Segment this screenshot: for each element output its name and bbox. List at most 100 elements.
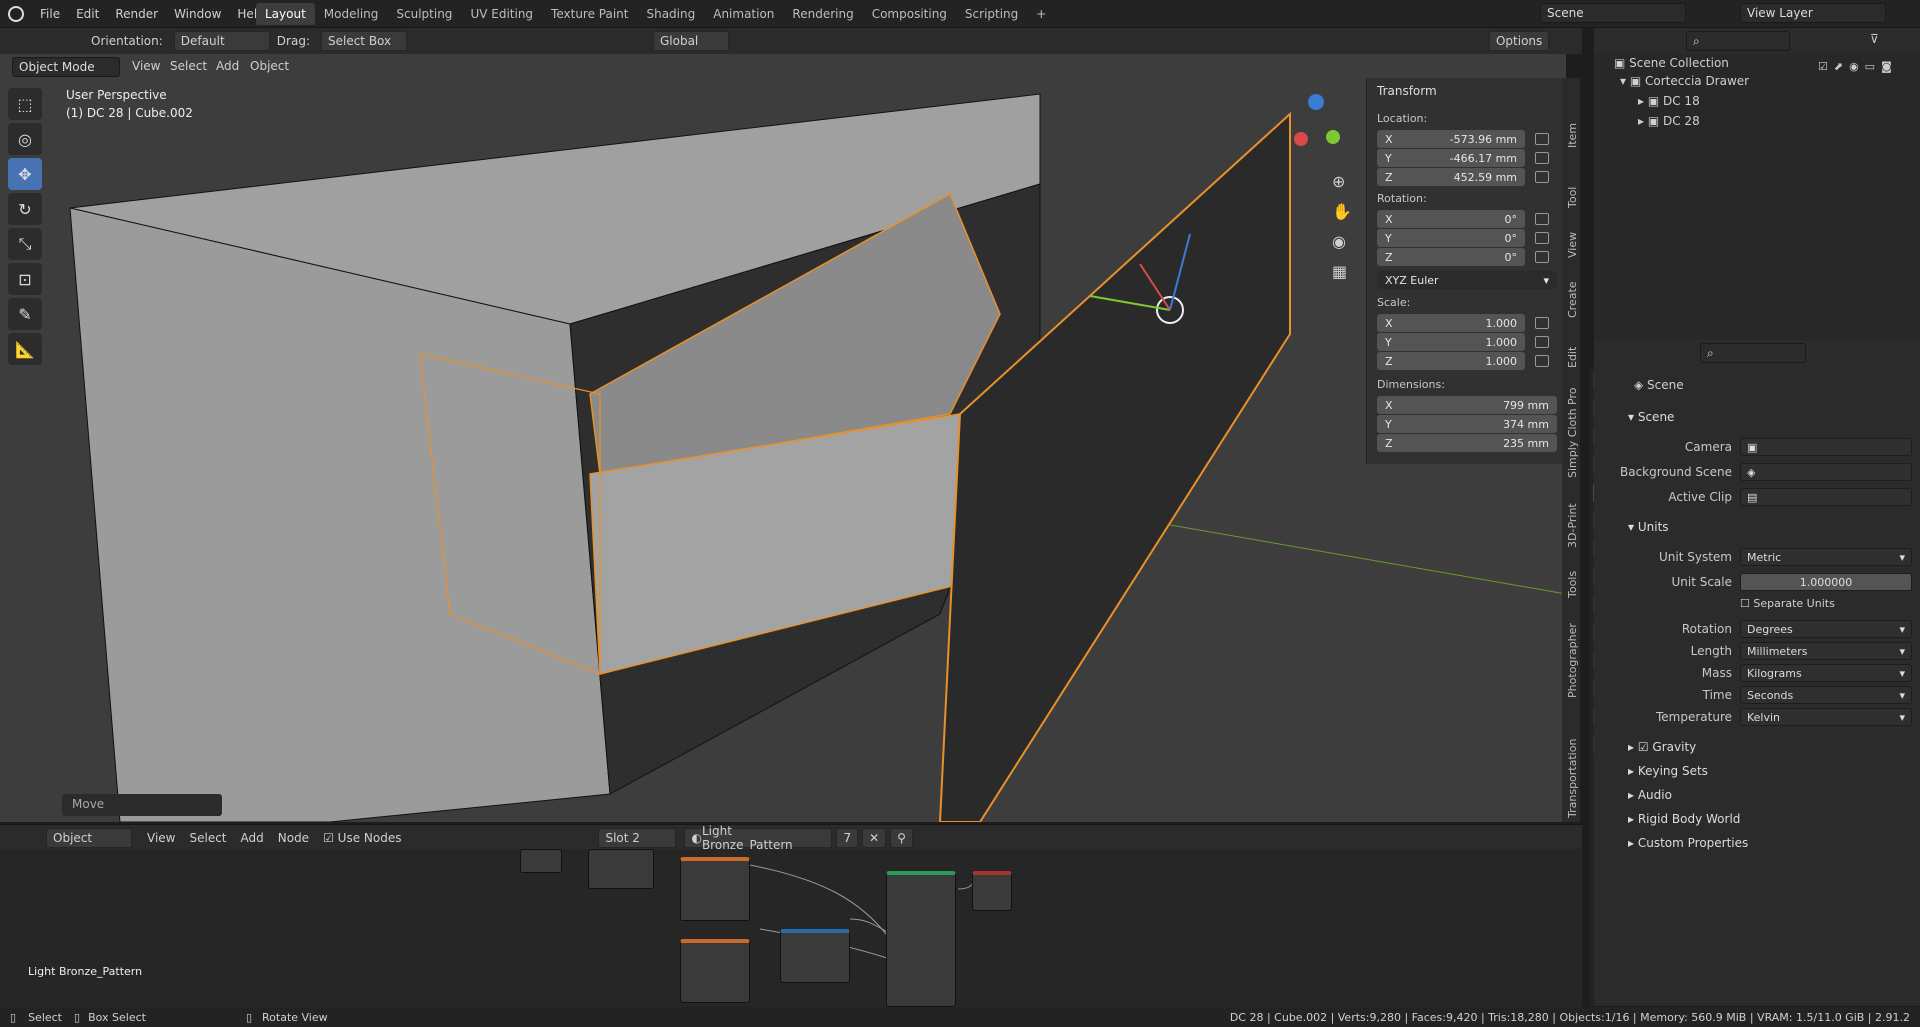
keying-sets-section[interactable]: ▸ Keying Sets <box>1628 764 1708 778</box>
rotate-tool-icon[interactable]: ↻ <box>8 193 42 225</box>
tab-tool[interactable]: Tool <box>1566 187 1579 208</box>
camera-icon[interactable]: ◉ <box>1332 232 1346 251</box>
scale-x-field[interactable]: X 1.000 <box>1377 314 1525 332</box>
node-menu-view[interactable]: View <box>140 831 182 845</box>
tab-rendering[interactable]: Rendering <box>783 3 862 25</box>
outliner-search-input[interactable]: ⌕ <box>1686 31 1790 51</box>
temperature-dropdown[interactable]: Kelvin ▾ <box>1740 708 1912 726</box>
lock-icon[interactable] <box>1535 232 1549 244</box>
viewport-menu-view[interactable]: View <box>132 59 160 73</box>
pan-hand-icon[interactable]: ✋ <box>1332 202 1352 221</box>
tab-layout[interactable]: Layout <box>256 3 315 25</box>
navigation-gizmo[interactable] <box>1260 94 1340 174</box>
rotation-x-field[interactable]: X 0° <box>1377 210 1525 228</box>
annotate-tool-icon[interactable]: ✎ <box>8 298 42 330</box>
tab-shading[interactable]: Shading <box>637 3 704 25</box>
location-x-field[interactable]: X -573.96 mm <box>1377 130 1525 148</box>
options-dropdown[interactable]: Options <box>1488 31 1550 51</box>
mode-selector[interactable]: Object Mode <box>12 57 120 77</box>
measure-tool-icon[interactable]: 📐 <box>8 333 42 365</box>
dimensions-y-field[interactable]: Y 374 mm <box>1377 415 1557 433</box>
lock-icon[interactable] <box>1535 152 1549 164</box>
principled-bsdf-node[interactable] <box>886 871 956 1007</box>
move-tool-icon[interactable]: ✥ <box>8 158 42 190</box>
lock-icon[interactable] <box>1535 336 1549 348</box>
transform-tool-icon[interactable]: ⊡ <box>8 263 42 295</box>
viewport-menu-add[interactable]: Add <box>216 59 239 73</box>
camera-field[interactable]: ▣ <box>1740 438 1912 456</box>
audio-section[interactable]: ▸ Audio <box>1628 788 1672 802</box>
lock-icon[interactable] <box>1535 171 1549 183</box>
lock-icon[interactable] <box>1535 213 1549 225</box>
dimensions-x-field[interactable]: X 799 mm <box>1377 396 1557 414</box>
scene-section[interactable]: ▾ Scene <box>1628 410 1674 424</box>
view-layer-selector[interactable]: View Layer <box>1740 3 1886 23</box>
units-section[interactable]: ▾ Units <box>1628 520 1669 534</box>
separate-units-checkbox[interactable]: ☐ Separate Units <box>1740 597 1835 610</box>
tab-transportation[interactable]: Transportation <box>1566 739 1579 818</box>
scale-tool-icon[interactable]: ⤡ <box>8 228 42 260</box>
image-texture-node[interactable] <box>680 939 750 1003</box>
image-texture-node[interactable] <box>680 857 750 921</box>
3d-viewport[interactable]: Object Mode View Select Add Object User … <box>0 54 1566 822</box>
location-y-field[interactable]: Y -466.17 mm <box>1377 149 1525 167</box>
select-box-tool-icon[interactable]: ⬚ <box>8 88 42 120</box>
filter-icon[interactable]: ⊽ <box>1870 32 1879 46</box>
background-scene-field[interactable]: ◈ <box>1740 463 1912 481</box>
tab-simply-cloth-pro[interactable]: Simply Cloth Pro <box>1566 388 1579 479</box>
properties-search-input[interactable]: ⌕ <box>1700 343 1806 363</box>
length-dropdown[interactable]: Millimeters ▾ <box>1740 642 1912 660</box>
tab-item[interactable]: Item <box>1566 123 1579 148</box>
add-workspace-button[interactable]: + <box>1027 3 1055 25</box>
unit-scale-field[interactable]: 1.000000 <box>1740 573 1912 591</box>
tab-sculpting[interactable]: Sculpting <box>387 3 461 25</box>
gravity-section[interactable]: ▸ ☑ Gravity <box>1628 740 1696 754</box>
tab-animation[interactable]: Animation <box>704 3 783 25</box>
blender-logo-icon[interactable] <box>8 6 24 22</box>
custom-properties-section[interactable]: ▸ Custom Properties <box>1628 836 1748 850</box>
active-clip-field[interactable]: ▤ <box>1740 488 1912 506</box>
use-nodes-checkbox[interactable]: ☑ Use Nodes <box>316 831 408 845</box>
lock-icon[interactable] <box>1535 355 1549 367</box>
outliner-scene-collection[interactable]: ▣ Scene Collection <box>1614 56 1729 70</box>
outliner-collection[interactable]: ▾ ▣ Corteccia Drawer <box>1620 74 1749 88</box>
tab-modeling[interactable]: Modeling <box>315 3 388 25</box>
node-type-dropdown[interactable]: Object <box>46 827 132 848</box>
rotation-mode-dropdown[interactable]: XYZ Euler ▾ <box>1377 271 1557 289</box>
outliner-item[interactable]: ▸ ▣ DC 18 <box>1638 94 1700 108</box>
node-menu-add[interactable]: Add <box>234 831 271 845</box>
time-dropdown[interactable]: Seconds ▾ <box>1740 686 1912 704</box>
tab-3d-print[interactable]: 3D-Print <box>1566 503 1579 548</box>
rotation-y-field[interactable]: Y 0° <box>1377 229 1525 247</box>
tab-create[interactable]: Create <box>1566 281 1579 318</box>
node-menu-select[interactable]: Select <box>182 831 233 845</box>
tab-tools[interactable]: Tools <box>1566 571 1579 598</box>
zoom-icon[interactable]: ⊕ <box>1332 172 1345 191</box>
menu-render[interactable]: Render <box>107 0 166 28</box>
viewport-menu-object[interactable]: Object <box>250 59 289 73</box>
scale-z-field[interactable]: Z 1.000 <box>1377 352 1525 370</box>
menu-edit[interactable]: Edit <box>68 0 107 28</box>
tab-view[interactable]: View <box>1566 232 1579 258</box>
cursor-tool-icon[interactable]: ◎ <box>8 123 42 155</box>
viewport-menu-select[interactable]: Select <box>170 59 207 73</box>
node[interactable] <box>520 849 562 873</box>
location-z-field[interactable]: Z 452.59 mm <box>1377 168 1525 186</box>
outliner-item[interactable]: ▸ ▣ DC 28 <box>1638 114 1700 128</box>
dimensions-z-field[interactable]: Z 235 mm <box>1377 434 1557 452</box>
y-axis-icon[interactable] <box>1326 130 1340 144</box>
tab-scripting[interactable]: Scripting <box>956 3 1027 25</box>
scene-selector[interactable]: Scene <box>1540 3 1686 23</box>
tab-edit[interactable]: Edit <box>1566 347 1579 368</box>
slot-dropdown[interactable]: Slot 2 <box>598 827 677 848</box>
tab-uv-editing[interactable]: UV Editing <box>461 3 542 25</box>
tab-compositing[interactable]: Compositing <box>863 3 956 25</box>
unlink-material-icon[interactable]: ✕ <box>862 827 887 848</box>
material-selector[interactable]: ◐ Light Bronze_Pattern <box>684 824 833 852</box>
menu-window[interactable]: Window <box>166 0 229 28</box>
material-output-node[interactable] <box>972 871 1012 911</box>
node[interactable] <box>588 849 654 889</box>
vector-node[interactable] <box>780 929 850 983</box>
grid-icon[interactable]: ▦ <box>1332 262 1347 281</box>
rotation-z-field[interactable]: Z 0° <box>1377 248 1525 266</box>
